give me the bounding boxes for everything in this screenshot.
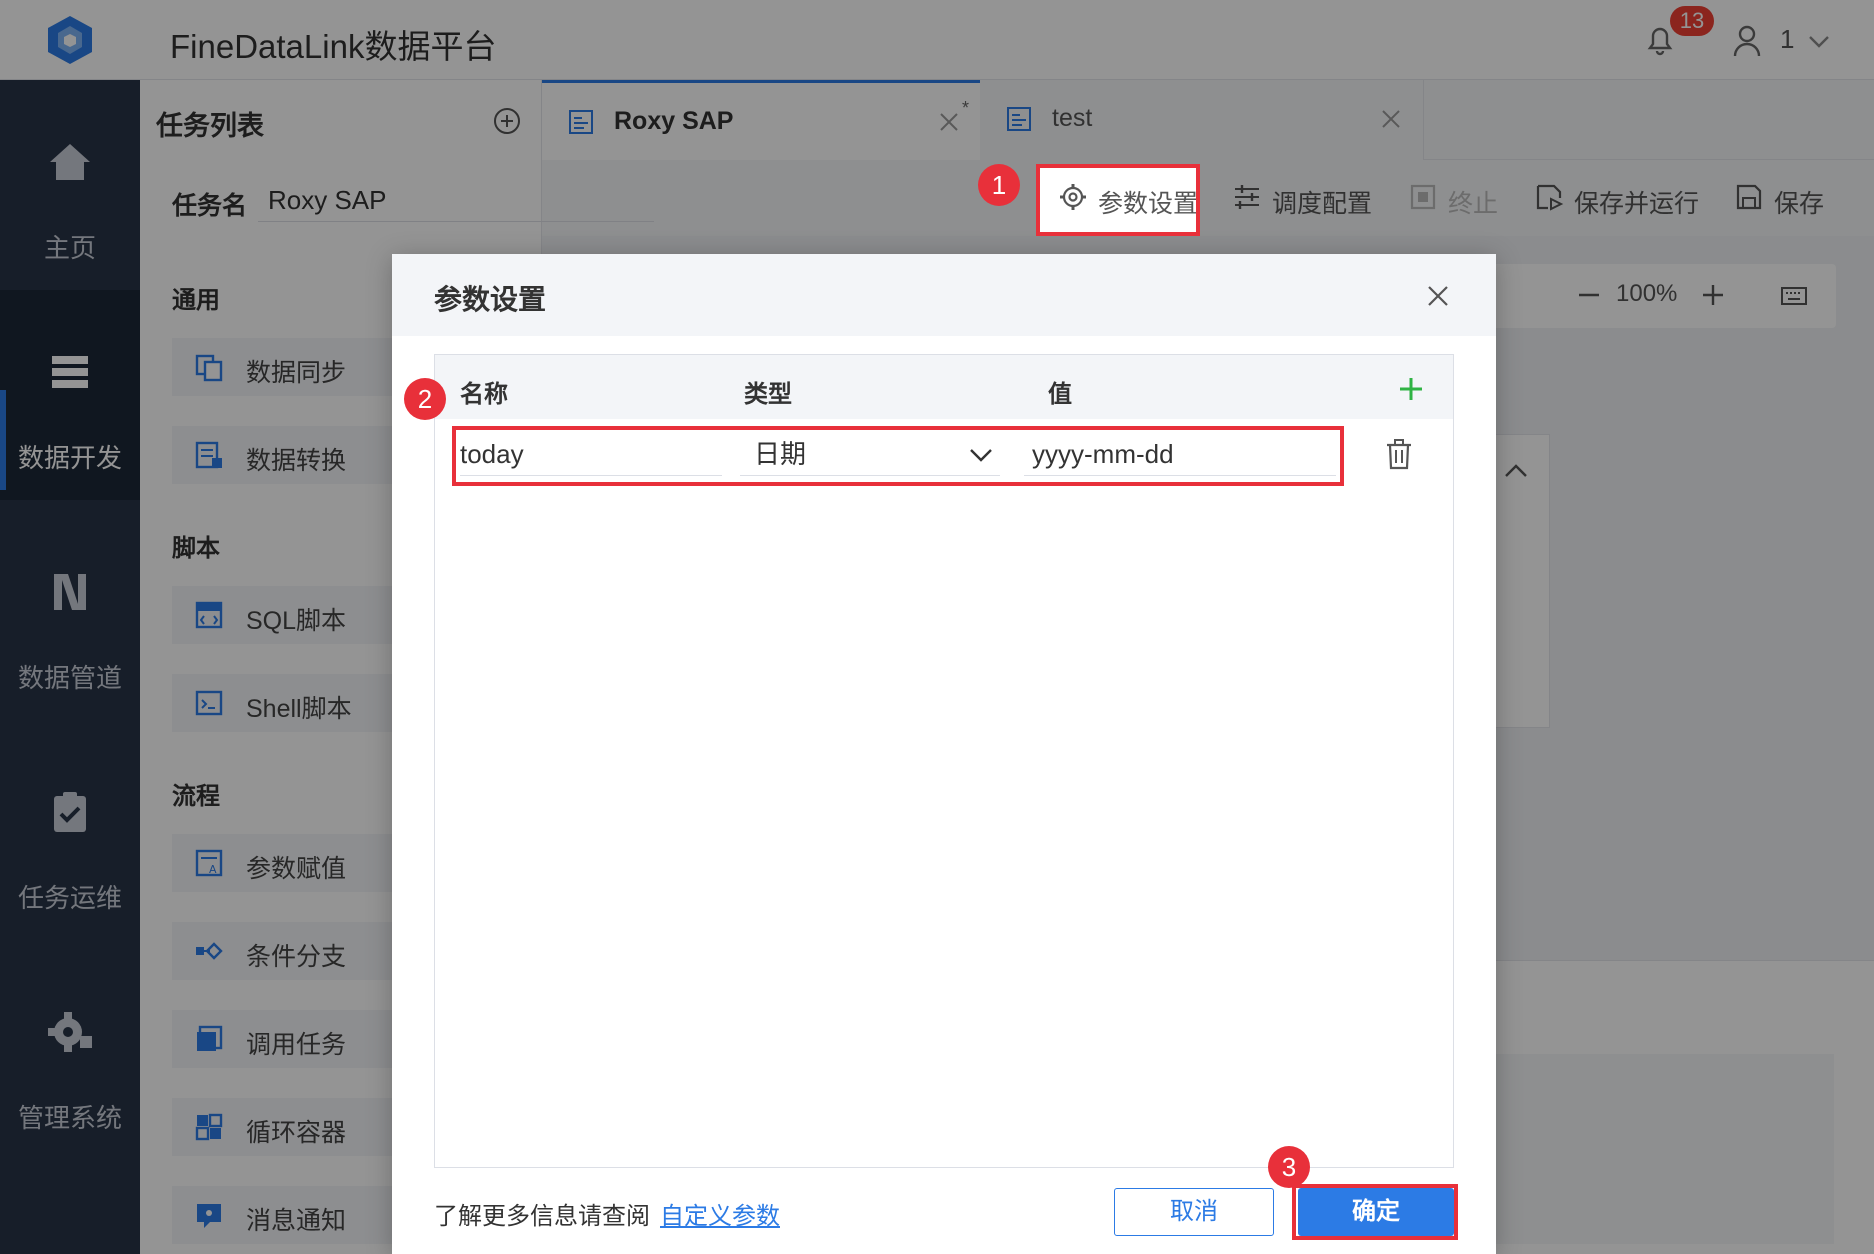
column-header-value: 值 — [1048, 381, 1072, 408]
highlight-box-3 — [1292, 1184, 1458, 1240]
step-marker-2: 2 — [404, 378, 446, 420]
cancel-button[interactable]: 取消 — [1114, 1188, 1274, 1236]
add-param-icon[interactable] — [1396, 374, 1426, 404]
column-header-type: 类型 — [744, 381, 792, 408]
param-table-header — [435, 355, 1453, 419]
dialog-title: 参数设置 — [434, 284, 547, 315]
trash-icon[interactable] — [1384, 438, 1414, 470]
footer-help-text: 了解更多信息请查阅 — [434, 1203, 650, 1230]
highlight-box-1 — [1036, 164, 1200, 236]
highlight-box-2 — [452, 426, 1344, 486]
dialog-header — [392, 254, 1496, 336]
step-marker-1: 1 — [978, 164, 1020, 206]
custom-params-link[interactable]: 自定义参数 — [660, 1196, 780, 1231]
step-marker-3: 3 — [1268, 1146, 1310, 1188]
column-header-name: 名称 — [460, 381, 508, 408]
close-icon[interactable] — [1426, 284, 1450, 308]
